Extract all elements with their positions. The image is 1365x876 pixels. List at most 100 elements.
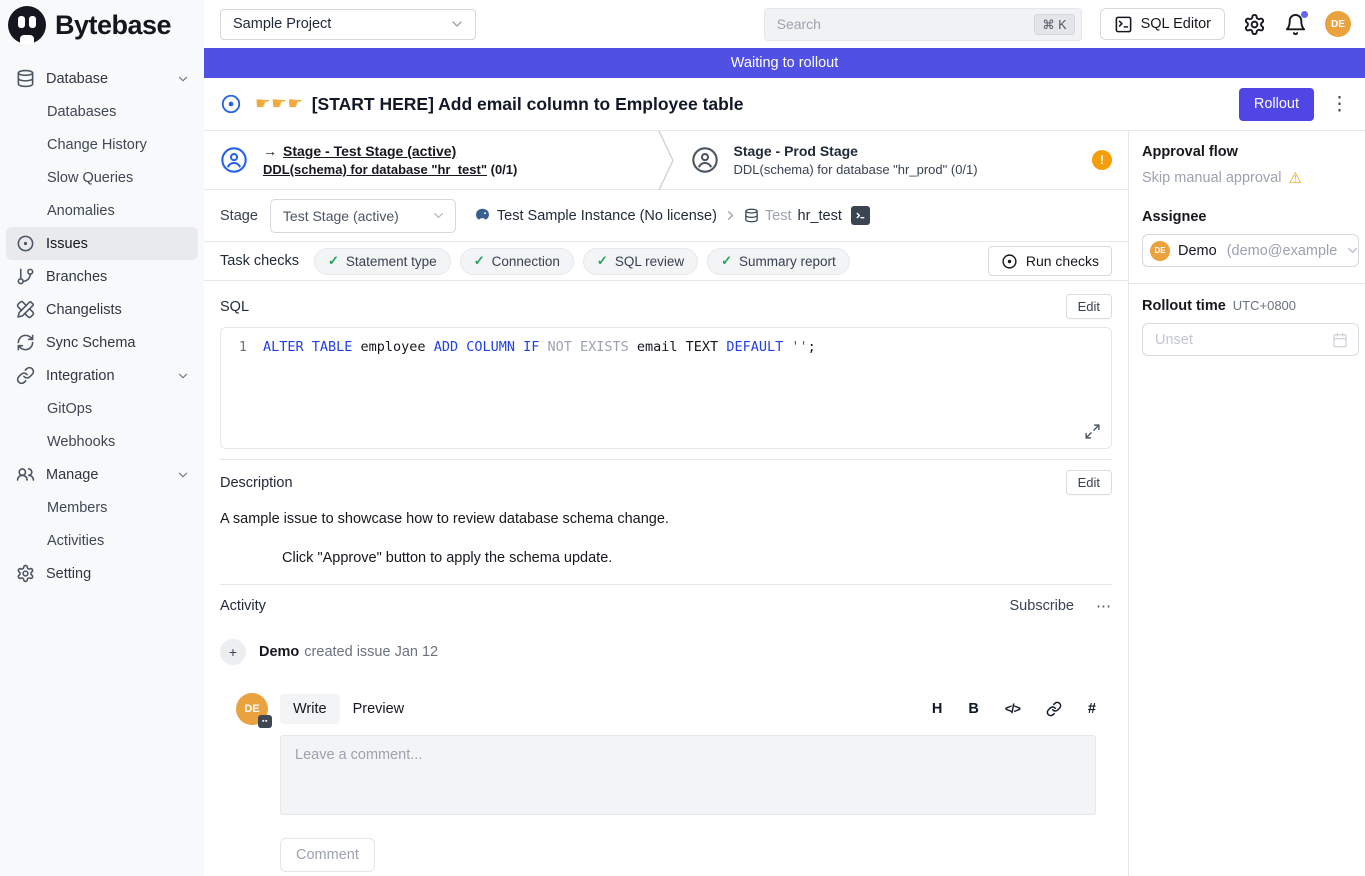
postgres-elephant-icon — [474, 207, 491, 224]
stage-card-prod[interactable]: Stage - Prod Stage DDL(schema) for datab… — [675, 131, 1129, 189]
users-icon — [16, 465, 35, 484]
sidebar-item-label: Databases — [47, 104, 116, 120]
hash-format-icon[interactable]: # — [1088, 701, 1096, 717]
notification-bell-button[interactable] — [1284, 13, 1307, 36]
check-icon: ✓ — [328, 253, 339, 269]
tab-preview[interactable]: Preview — [340, 694, 418, 724]
check-summary-report[interactable]: ✓Summary report — [707, 248, 850, 275]
comment-editor: DE▪▪ Write Preview H B </> # — [220, 665, 1112, 872]
description-edit-button[interactable]: Edit — [1066, 470, 1112, 495]
sidebar-item-issues[interactable]: Issues — [6, 227, 198, 260]
database-name[interactable]: hr_test — [798, 208, 842, 224]
message-bubble-icon: ▪▪ — [258, 715, 272, 728]
user-avatar[interactable]: DE — [1325, 11, 1351, 37]
rollout-button[interactable]: Rollout — [1239, 88, 1314, 121]
comment-input[interactable] — [280, 735, 1096, 815]
bold-format-icon[interactable]: B — [968, 701, 978, 717]
search-box[interactable]: ⌘ K — [764, 8, 1082, 41]
sidebar-item-label: Activities — [47, 533, 104, 549]
check-label: Statement type — [346, 254, 437, 269]
sidebar-item-setting[interactable]: Setting — [6, 557, 198, 590]
chevron-down-icon — [1345, 243, 1359, 258]
open-sql-editor-icon[interactable] — [851, 206, 870, 225]
bytebase-logo-icon — [8, 6, 46, 44]
sql-editor-label: SQL Editor — [1141, 16, 1211, 32]
sidebar-item-manage[interactable]: Manage — [6, 458, 198, 491]
sidebar-item-slow-queries[interactable]: Slow Queries — [6, 161, 198, 194]
sidebar-item-label: Webhooks — [47, 434, 115, 450]
sidebar-item-anomalies[interactable]: Anomalies — [6, 194, 198, 227]
chevron-down-icon — [176, 369, 190, 383]
sidebar-item-change-history[interactable]: Change History — [6, 128, 198, 161]
top-bar: Sample Project ⌘ K SQL Editor DE — [204, 0, 1365, 48]
sidebar-item-database[interactable]: Database — [6, 62, 198, 95]
sidebar-item-gitops[interactable]: GitOps — [6, 392, 198, 425]
issue-header: ☛☛☛ [START HERE] Add email column to Emp… — [204, 78, 1365, 131]
settings-gear-button[interactable] — [1243, 13, 1266, 36]
sql-editor-button[interactable]: SQL Editor — [1100, 8, 1225, 40]
check-sql-review[interactable]: ✓SQL review — [583, 248, 698, 275]
activity-author: Demo — [259, 644, 299, 660]
chevron-down-icon — [176, 468, 190, 482]
check-connection[interactable]: ✓Connection — [460, 248, 574, 275]
user-circle-icon — [691, 146, 719, 174]
more-options-icon[interactable]: ⋯ — [1096, 597, 1112, 615]
code-format-icon[interactable]: </> — [1005, 702, 1020, 716]
approval-flow-label: Approval flow — [1142, 144, 1365, 160]
sidebar-item-label: Issues — [46, 236, 88, 252]
notification-dot — [1301, 11, 1308, 18]
assignee-select[interactable]: DE Demo (demo@example — [1142, 234, 1359, 267]
sidebar-item-label: Setting — [46, 566, 91, 582]
description-label: Description — [220, 475, 293, 491]
check-label: SQL review — [615, 254, 684, 269]
activity-action: created issue Jan 12 — [304, 644, 438, 660]
run-checks-label: Run checks — [1026, 253, 1099, 269]
sidebar-item-integration[interactable]: Integration — [6, 359, 198, 392]
environment-name: Test — [765, 208, 792, 224]
attention-badge: ! — [1092, 150, 1112, 170]
run-checks-button[interactable]: Run checks — [988, 246, 1112, 276]
warning-triangle-icon: ⚠ — [1288, 169, 1301, 187]
chevron-down-icon — [176, 72, 190, 86]
project-selector[interactable]: Sample Project — [220, 9, 476, 40]
check-label: Summary report — [739, 254, 836, 269]
subscribe-button[interactable]: Subscribe — [1010, 598, 1074, 614]
sidebar-item-changelists[interactable]: Changelists — [6, 293, 198, 326]
search-input[interactable] — [777, 16, 1035, 32]
left-sidebar: Bytebase Database Databases Change Histo… — [0, 0, 204, 876]
stage-select[interactable]: Test Stage (active) — [270, 199, 456, 233]
sidebar-item-label: GitOps — [47, 401, 92, 417]
sidebar-item-databases[interactable]: Databases — [6, 95, 198, 128]
sql-edit-button[interactable]: Edit — [1066, 294, 1112, 319]
brand-logo[interactable]: Bytebase — [0, 0, 204, 48]
stage-label: Stage — [220, 208, 258, 224]
task-checks-row: Task checks ✓Statement type ✓Connection … — [204, 241, 1128, 281]
tab-write[interactable]: Write — [280, 694, 340, 724]
sql-code-block[interactable]: 1ALTER TABLE employee ADD COLUMN IF NOT … — [220, 327, 1112, 449]
calendar-icon — [1332, 332, 1348, 348]
link-format-icon[interactable] — [1046, 701, 1062, 717]
assignee-label: Assignee — [1142, 209, 1365, 225]
assignee-name: Demo — [1178, 243, 1217, 259]
circle-dot-icon — [16, 234, 35, 253]
sql-line: 1ALTER TABLE employee ADD COLUMN IF NOT … — [221, 339, 1111, 355]
search-shortcut-badge: ⌘ K — [1034, 14, 1074, 35]
sidebar-item-activities[interactable]: Activities — [6, 524, 198, 557]
stage-selector-row: Stage Test Stage (active) Test Sample In… — [204, 190, 1128, 241]
sidebar-item-webhooks[interactable]: Webhooks — [6, 425, 198, 458]
sidebar-item-branches[interactable]: Branches — [6, 260, 198, 293]
instance-name[interactable]: Test Sample Instance (No license) — [497, 208, 717, 224]
gear-icon — [16, 564, 35, 583]
sidebar-item-sync-schema[interactable]: Sync Schema — [6, 326, 198, 359]
sidebar-item-members[interactable]: Members — [6, 491, 198, 524]
check-statement-type[interactable]: ✓ Statement type — [314, 248, 451, 275]
expand-icon[interactable] — [1084, 423, 1101, 440]
stage-card-test[interactable]: →Stage - Test Stage (active) DDL(schema)… — [204, 131, 658, 189]
rollout-time-input[interactable]: Unset — [1142, 323, 1359, 356]
sidebar-item-label: Change History — [47, 137, 147, 153]
heading-format-icon[interactable]: H — [932, 701, 942, 717]
comment-submit-button[interactable]: Comment — [280, 838, 375, 872]
sql-section: SQL Edit 1ALTER TABLE employee ADD COLUM… — [204, 281, 1128, 449]
user-circle-icon — [220, 146, 248, 174]
kebab-menu-icon[interactable]: ⋮ — [1330, 95, 1349, 114]
